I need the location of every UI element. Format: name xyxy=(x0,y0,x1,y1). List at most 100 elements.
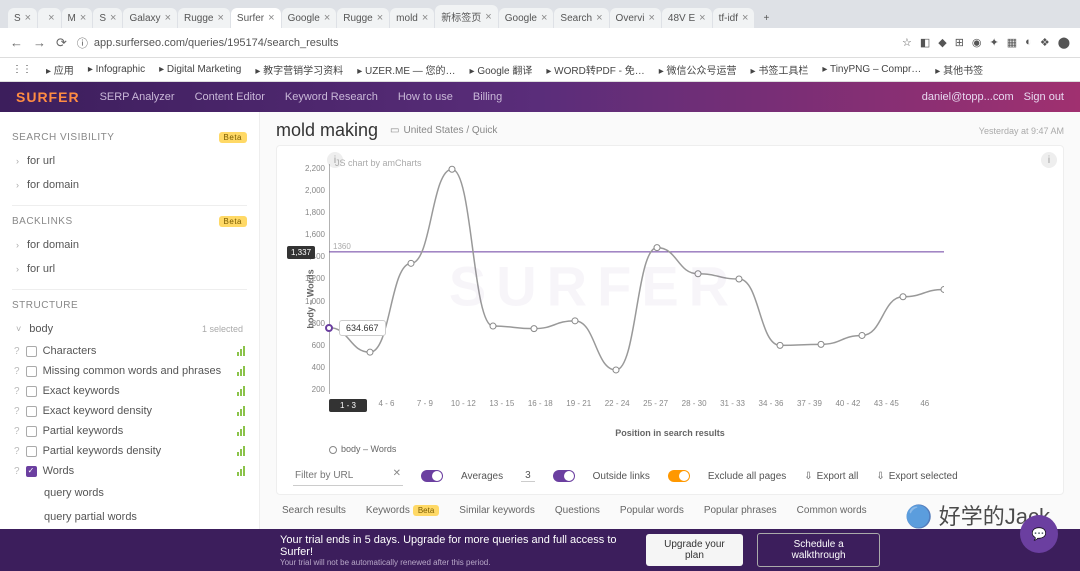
forward-button[interactable]: → xyxy=(33,35,46,50)
new-tab-button[interactable]: + xyxy=(755,9,777,28)
chat-icon[interactable]: 💬 xyxy=(1020,515,1058,553)
y-axis: 2,2002,0001,8001,6001,4001,2001,00080060… xyxy=(297,164,325,394)
structure-body[interactable]: ˅body1 selected xyxy=(12,317,247,341)
tab-search-results[interactable]: Search results xyxy=(282,505,346,520)
structure-option[interactable]: ?Characters xyxy=(12,341,247,361)
tab-keywords[interactable]: KeywordsBeta xyxy=(366,505,439,520)
structure-option[interactable]: ?Partial keywords density xyxy=(12,441,247,461)
content-area: mold making ▭ United States / Quick Yest… xyxy=(260,112,1080,571)
url-text[interactable]: app.surferseo.com/queries/195174/search_… xyxy=(94,37,339,49)
clear-icon[interactable]: ✕ xyxy=(393,468,401,479)
schedule-button[interactable]: Schedule a walkthrough xyxy=(757,533,880,567)
nav-serp-analyzer[interactable]: SERP Analyzer xyxy=(100,91,175,103)
section-visibility: SEARCH VISIBILITY xyxy=(12,132,114,143)
sidebar-item[interactable]: ›for url xyxy=(12,149,247,173)
nav-keyword-research[interactable]: Keyword Research xyxy=(285,91,378,103)
signout-link[interactable]: Sign out xyxy=(1024,91,1064,103)
bookmark-item[interactable]: ▸ 其他书签 xyxy=(935,62,983,77)
x-axis: 1 - 34 - 67 - 910 - 1213 - 1516 - 1819 -… xyxy=(329,399,944,412)
bookmark-item[interactable]: ▸ Infographic xyxy=(88,64,145,75)
chart-card: i i JS chart by amCharts body – Words 2,… xyxy=(276,145,1064,495)
section-backlinks: BACKLINKS xyxy=(12,216,73,227)
structure-sub[interactable]: query partial words xyxy=(40,505,247,529)
tab-popular-words[interactable]: Popular words xyxy=(620,505,684,520)
browser-tab[interactable]: Search× xyxy=(554,8,608,28)
browser-tab[interactable]: 48V E× xyxy=(662,8,712,28)
back-button[interactable]: ← xyxy=(10,35,23,50)
sidebar: SEARCH VISIBILITYBeta ›for url›for domai… xyxy=(0,112,260,571)
timestamp: Yesterday at 9:47 AM xyxy=(979,126,1064,136)
structure-option[interactable]: ?Missing common words and phrases xyxy=(12,361,247,381)
bookmark-item[interactable]: ▸ 教字营销学习资料 xyxy=(255,62,343,77)
nav-billing[interactable]: Billing xyxy=(473,91,502,103)
export-selected-button[interactable]: ⇩ Export selected xyxy=(876,471,957,482)
upgrade-button[interactable]: Upgrade your plan xyxy=(646,534,744,566)
filter-url-input[interactable] xyxy=(293,466,403,486)
structure-option[interactable]: ?Partial keywords xyxy=(12,421,247,441)
user-email[interactable]: daniel@topp...com xyxy=(922,91,1014,103)
location-badge[interactable]: ▭ United States / Quick xyxy=(390,125,497,136)
site-info-icon[interactable]: ⓘ xyxy=(77,35,88,51)
browser-tab[interactable]: mold× xyxy=(390,8,434,28)
outside-links-label: Outside links xyxy=(593,471,650,482)
tab-popular-phrases[interactable]: Popular phrases xyxy=(704,505,777,520)
exclude-label: Exclude all pages xyxy=(708,471,786,482)
browser-tab[interactable]: tf-idf× xyxy=(713,8,755,28)
bookmark-item[interactable]: ▸ TinyPNG – Compr… xyxy=(822,64,921,75)
exclude-toggle[interactable] xyxy=(668,470,690,482)
info-icon[interactable]: i xyxy=(1041,152,1057,168)
bookmark-item[interactable]: ▸ Digital Marketing xyxy=(159,64,241,75)
nav-content-editor[interactable]: Content Editor xyxy=(195,91,265,103)
address-bar: ← → ⟳ ⓘ app.surferseo.com/queries/195174… xyxy=(0,28,1080,58)
outside-links-toggle[interactable] xyxy=(553,470,575,482)
browser-tabs: S××M×S×Galaxy×Rugge×Surfer×Google×Rugge×… xyxy=(0,0,1080,28)
surfer-logo[interactable]: SURFER xyxy=(16,89,80,105)
averages-label: Averages xyxy=(461,471,503,482)
averages-value[interactable]: 3 xyxy=(521,470,535,482)
browser-tab[interactable]: Google× xyxy=(499,8,554,28)
chart-legend: body – Words xyxy=(329,444,1051,454)
reload-button[interactable]: ⟳ xyxy=(56,35,67,51)
chart-plot xyxy=(329,164,944,394)
beta-badge: Beta xyxy=(219,216,247,227)
trial-banner: Your trial ends in 5 days. Upgrade for m… xyxy=(0,529,1080,571)
structure-option[interactable]: ?Exact keywords xyxy=(12,381,247,401)
bookmark-item[interactable]: ▸ WORD转PDF - 免… xyxy=(546,62,644,77)
browser-tab[interactable]: 新标签页× xyxy=(435,5,497,28)
browser-tab[interactable]: Overvi× xyxy=(610,8,661,28)
bookmark-item[interactable]: ▸ Google 翻译 xyxy=(470,62,533,77)
tab-common-words[interactable]: Common words xyxy=(797,505,867,520)
structure-sub[interactable]: query words xyxy=(40,481,247,505)
averages-toggle[interactable] xyxy=(421,470,443,482)
sidebar-item[interactable]: ›for url xyxy=(12,257,247,281)
structure-option[interactable]: ?Exact keyword density xyxy=(12,401,247,421)
nav-how-to-use[interactable]: How to use xyxy=(398,91,453,103)
tab-questions[interactable]: Questions xyxy=(555,505,600,520)
bookmark-item[interactable]: ▸ UZER.ME — 您的… xyxy=(357,62,455,77)
sidebar-item[interactable]: ›for domain xyxy=(12,233,247,257)
tab-similar-keywords[interactable]: Similar keywords xyxy=(459,505,535,520)
bookmark-item[interactable]: ▸ 应用 xyxy=(46,62,74,77)
sidebar-item[interactable]: ›for domain xyxy=(12,173,247,197)
browser-tab[interactable]: Rugge× xyxy=(178,8,230,28)
browser-tab[interactable]: Surfer× xyxy=(231,8,281,28)
export-all-button[interactable]: ⇩ Export all xyxy=(804,471,858,482)
trial-message: Your trial ends in 5 days. Upgrade for m… xyxy=(280,534,632,558)
browser-tab[interactable]: Rugge× xyxy=(337,8,389,28)
browser-tab[interactable]: S× xyxy=(93,8,122,28)
browser-tab[interactable]: M× xyxy=(62,8,93,28)
browser-tab[interactable]: × xyxy=(38,8,60,28)
bookmark-item[interactable]: ▸ 书签工具栏 xyxy=(751,62,809,77)
addr-extensions: ☆◧◆⊞◉✦▦◐❖⬤ xyxy=(902,36,1070,49)
structure-option[interactable]: ?Words xyxy=(12,461,247,481)
x-axis-title: Position in search results xyxy=(289,428,1051,438)
tooltip: 634.667 xyxy=(339,320,386,336)
bookmark-item[interactable]: ▸ 微信公众号运营 xyxy=(659,62,737,77)
trial-sub: Your trial will not be automatically ren… xyxy=(280,558,632,567)
page-title: mold making xyxy=(276,120,378,141)
y-value-badge: 1,337 xyxy=(287,246,315,259)
chart[interactable]: body – Words 2,2002,0001,8001,6001,4001,… xyxy=(329,164,1031,424)
browser-tab[interactable]: S× xyxy=(8,8,37,28)
browser-tab[interactable]: Google× xyxy=(282,8,337,28)
browser-tab[interactable]: Galaxy× xyxy=(123,8,177,28)
